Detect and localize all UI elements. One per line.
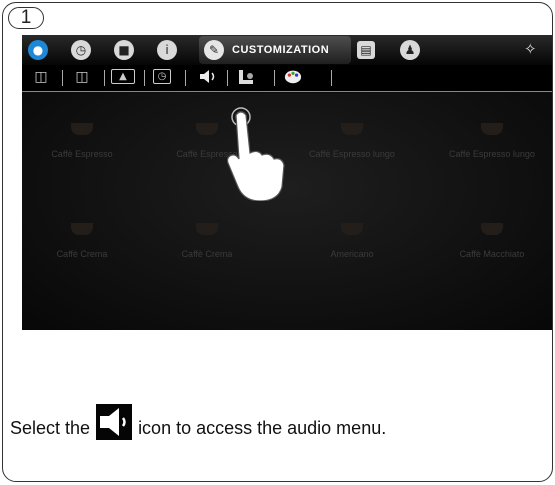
timer-icon[interactable]: ◷ xyxy=(153,69,171,84)
drink-tile[interactable]: Americano xyxy=(292,223,412,259)
cup-image-icon[interactable] xyxy=(237,69,255,84)
drink-label: Caffè Espresso xyxy=(51,149,113,159)
clock-icon[interactable]: ◷ xyxy=(71,40,91,60)
pencil-icon: ✎ xyxy=(204,40,224,60)
drink-label: Caffè Macchiato xyxy=(459,249,525,259)
instruction-panel: 1 ● ◷ ■ i ✎ CUSTOMIZATION ▤ ♟ ✧ ◫ ◫ ▲ ◷ xyxy=(2,2,553,482)
cup-icon[interactable]: ■ xyxy=(114,40,134,60)
drink-label: Americano xyxy=(330,249,374,259)
display-icon[interactable]: ▤ xyxy=(357,41,375,59)
speaker-icon xyxy=(96,404,133,440)
cup-image xyxy=(341,223,363,235)
water-drop-icon[interactable]: ● xyxy=(28,40,48,60)
cup-image xyxy=(341,123,363,135)
machine-screen: ● ◷ ■ i ✎ CUSTOMIZATION ▤ ♟ ✧ ◫ ◫ ▲ ◷ Ca… xyxy=(22,35,552,330)
separator xyxy=(274,70,275,86)
drink-tile[interactable]: Caffè Macchiato xyxy=(432,223,552,259)
drink-label: Caffè Crema xyxy=(181,249,233,259)
book-open-icon[interactable]: ◫ xyxy=(69,69,95,85)
customization-subtoolbar: ◫ ◫ ▲ ◷ xyxy=(22,65,552,92)
cup-image xyxy=(481,123,503,135)
drink-label: Caffè Crema xyxy=(56,249,108,259)
speaker-icon[interactable] xyxy=(199,69,217,84)
step-number-badge: 1 xyxy=(8,7,44,29)
separator xyxy=(331,70,332,86)
separator xyxy=(227,70,228,86)
drink-tile[interactable]: Caffè Crema xyxy=(22,223,142,259)
cup-image xyxy=(196,223,218,235)
caption-text-after: icon to access the audio menu. xyxy=(138,417,387,438)
cup-image xyxy=(481,223,503,235)
drink-label: Caffè Espresso lungo xyxy=(449,149,535,159)
caption-text-before: Select the xyxy=(10,417,91,438)
instruction-caption: Select the icon to access the audio menu… xyxy=(10,404,387,446)
drink-label: Caffè Espresso lungo xyxy=(309,149,395,159)
tab-customization-label: CUSTOMIZATION xyxy=(232,44,330,56)
drink-tile[interactable]: Caffè Espresso xyxy=(22,123,142,159)
drink-tile[interactable]: Caffè Espresso lungo xyxy=(432,123,552,159)
book-icon[interactable]: ◫ xyxy=(28,69,54,85)
separator xyxy=(62,70,63,86)
info-icon[interactable]: i xyxy=(157,40,177,60)
drink-tile[interactable]: Caffè Espresso lungo xyxy=(292,123,412,159)
screensaver-icon[interactable]: ▲ xyxy=(111,69,135,84)
cup-image xyxy=(196,123,218,135)
separator xyxy=(104,70,105,86)
cup-image xyxy=(71,223,93,235)
drink-tile[interactable]: Caffè Crema xyxy=(147,223,267,259)
wrench-icon[interactable]: ✧ xyxy=(524,40,537,58)
main-toolbar: ● ◷ ■ i ✎ CUSTOMIZATION ▤ ♟ ✧ xyxy=(22,35,552,65)
pointing-hand-icon xyxy=(227,107,285,201)
palette-icon[interactable] xyxy=(284,69,302,84)
tab-customization[interactable]: ✎ CUSTOMIZATION xyxy=(199,36,351,64)
separator xyxy=(185,70,186,86)
separator xyxy=(144,70,145,86)
cup-image xyxy=(71,123,93,135)
user-icon[interactable]: ♟ xyxy=(400,40,420,60)
